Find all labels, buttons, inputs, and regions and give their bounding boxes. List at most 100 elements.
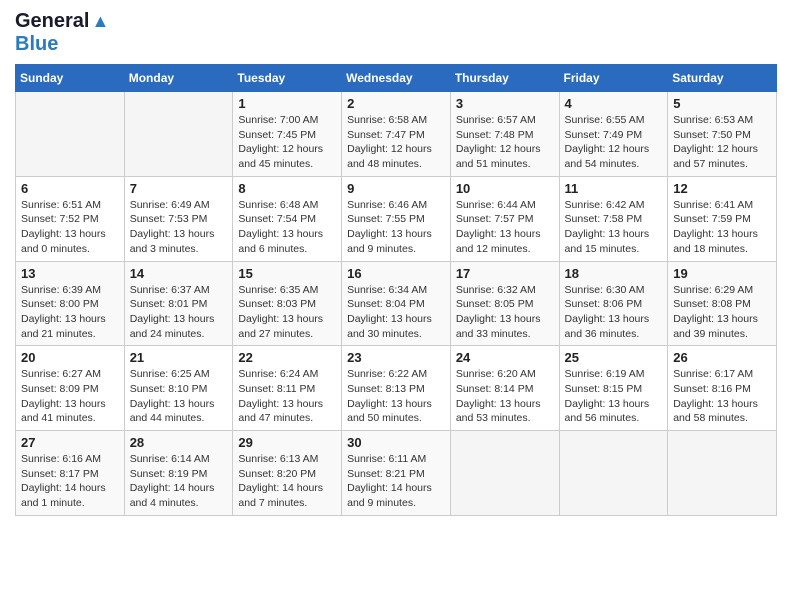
calendar-cell: 24 Sunrise: 6:20 AMSunset: 8:14 PMDayligh…: [450, 346, 559, 431]
day-info: Sunrise: 6:27 AMSunset: 8:09 PMDaylight:…: [21, 367, 119, 426]
day-info: Sunrise: 6:16 AMSunset: 8:17 PMDaylight:…: [21, 452, 119, 511]
day-number: 4: [565, 96, 663, 111]
day-header-monday: Monday: [124, 65, 233, 92]
calendar-cell: 9Sunrise: 6:46 AMSunset: 7:55 PMDaylight…: [342, 176, 451, 261]
day-number: 1: [238, 96, 336, 111]
day-number: 13: [21, 266, 119, 281]
calendar-cell: 17 Sunrise: 6:32 AMSunset: 8:05 PMDayligh…: [450, 261, 559, 346]
day-info: Sunrise: 6:41 AMSunset: 7:59 PMDaylight:…: [673, 198, 771, 257]
day-number: 24: [456, 350, 554, 365]
calendar-cell: 23 Sunrise: 6:22 AMSunset: 8:13 PMDayligh…: [342, 346, 451, 431]
day-number: 26: [673, 350, 771, 365]
day-info: Sunrise: 6:48 AMSunset: 7:54 PMDaylight:…: [238, 198, 336, 257]
day-number: 10: [456, 181, 554, 196]
calendar-cell: 4 Sunrise: 6:55 AMSunset: 7:49 PMDaylight…: [559, 92, 668, 177]
day-number: 25: [565, 350, 663, 365]
day-info: Sunrise: 6:51 AMSunset: 7:52 PMDaylight:…: [21, 198, 119, 257]
day-info: Sunrise: 6:35 AMSunset: 8:03 PMDaylight:…: [238, 283, 336, 342]
day-info: Sunrise: 6:11 AMSunset: 8:21 PMDaylight:…: [347, 452, 445, 511]
calendar-cell: 7Sunrise: 6:49 AMSunset: 7:53 PMDaylight…: [124, 176, 233, 261]
calendar-header-row: SundayMondayTuesdayWednesdayThursdayFrid…: [16, 65, 777, 92]
calendar-week-1: 6Sunrise: 6:51 AMSunset: 7:52 PMDaylight…: [16, 176, 777, 261]
calendar-cell: 27 Sunrise: 6:16 AMSunset: 8:17 PMDayligh…: [16, 431, 125, 516]
day-info: Sunrise: 6:29 AMSunset: 8:08 PMDaylight:…: [673, 283, 771, 342]
day-info: Sunrise: 6:39 AMSunset: 8:00 PMDaylight:…: [21, 283, 119, 342]
day-number: 23: [347, 350, 445, 365]
day-info: Sunrise: 6:57 AMSunset: 7:48 PMDaylight:…: [456, 113, 554, 172]
calendar-week-2: 13 Sunrise: 6:39 AMSunset: 8:00 PMDayligh…: [16, 261, 777, 346]
day-number: 12: [673, 181, 771, 196]
calendar-cell: 20 Sunrise: 6:27 AMSunset: 8:09 PMDayligh…: [16, 346, 125, 431]
calendar-cell: 1 Sunrise: 7:00 AMSunset: 7:45 PMDaylight…: [233, 92, 342, 177]
day-header-wednesday: Wednesday: [342, 65, 451, 92]
day-number: 22: [238, 350, 336, 365]
day-info: Sunrise: 6:55 AMSunset: 7:49 PMDaylight:…: [565, 113, 663, 172]
day-info: Sunrise: 6:49 AMSunset: 7:53 PMDaylight:…: [130, 198, 228, 257]
calendar-cell: 29Sunrise: 6:13 AMSunset: 8:20 PMDayligh…: [233, 431, 342, 516]
day-header-thursday: Thursday: [450, 65, 559, 92]
calendar-week-4: 27 Sunrise: 6:16 AMSunset: 8:17 PMDayligh…: [16, 431, 777, 516]
calendar-cell: 11 Sunrise: 6:42 AMSunset: 7:58 PMDayligh…: [559, 176, 668, 261]
day-info: Sunrise: 6:14 AMSunset: 8:19 PMDaylight:…: [130, 452, 228, 511]
day-info: Sunrise: 6:37 AMSunset: 8:01 PMDaylight:…: [130, 283, 228, 342]
day-number: 18: [565, 266, 663, 281]
calendar-cell: 21Sunrise: 6:25 AMSunset: 8:10 PMDayligh…: [124, 346, 233, 431]
calendar-cell: 3Sunrise: 6:57 AMSunset: 7:48 PMDaylight…: [450, 92, 559, 177]
day-number: 5: [673, 96, 771, 111]
calendar-cell: 25 Sunrise: 6:19 AMSunset: 8:15 PMDayligh…: [559, 346, 668, 431]
day-number: 11: [565, 181, 663, 196]
calendar-cell: 13 Sunrise: 6:39 AMSunset: 8:00 PMDayligh…: [16, 261, 125, 346]
day-info: Sunrise: 6:58 AMSunset: 7:47 PMDaylight:…: [347, 113, 445, 172]
day-number: 29: [238, 435, 336, 450]
day-number: 19: [673, 266, 771, 281]
logo-blue-text: Blue: [15, 33, 58, 55]
day-info: Sunrise: 6:30 AMSunset: 8:06 PMDaylight:…: [565, 283, 663, 342]
calendar-week-3: 20 Sunrise: 6:27 AMSunset: 8:09 PMDayligh…: [16, 346, 777, 431]
calendar-cell: 10 Sunrise: 6:44 AMSunset: 7:57 PMDayligh…: [450, 176, 559, 261]
day-info: Sunrise: 6:25 AMSunset: 8:10 PMDaylight:…: [130, 367, 228, 426]
day-number: 8: [238, 181, 336, 196]
calendar-cell: 22Sunrise: 6:24 AMSunset: 8:11 PMDayligh…: [233, 346, 342, 431]
calendar-container: General ▲ Blue SundayMondayTuesdayWednes…: [0, 0, 792, 531]
day-info: Sunrise: 6:34 AMSunset: 8:04 PMDaylight:…: [347, 283, 445, 342]
day-info: Sunrise: 6:53 AMSunset: 7:50 PMDaylight:…: [673, 113, 771, 172]
logo: General ▲ Blue: [15, 10, 109, 56]
calendar-cell: 5 Sunrise: 6:53 AMSunset: 7:50 PMDaylight…: [668, 92, 777, 177]
day-header-sunday: Sunday: [16, 65, 125, 92]
day-info: Sunrise: 6:20 AMSunset: 8:14 PMDaylight:…: [456, 367, 554, 426]
day-header-saturday: Saturday: [668, 65, 777, 92]
calendar-cell: 19 Sunrise: 6:29 AMSunset: 8:08 PMDayligh…: [668, 261, 777, 346]
day-number: 9: [347, 181, 445, 196]
calendar-cell: 2 Sunrise: 6:58 AMSunset: 7:47 PMDaylight…: [342, 92, 451, 177]
calendar-cell: 18 Sunrise: 6:30 AMSunset: 8:06 PMDayligh…: [559, 261, 668, 346]
calendar-cell: [668, 431, 777, 516]
day-info: Sunrise: 7:00 AMSunset: 7:45 PMDaylight:…: [238, 113, 336, 172]
day-number: 14: [130, 266, 228, 281]
calendar-cell: 28 Sunrise: 6:14 AMSunset: 8:19 PMDayligh…: [124, 431, 233, 516]
day-info: Sunrise: 6:19 AMSunset: 8:15 PMDaylight:…: [565, 367, 663, 426]
day-info: Sunrise: 6:17 AMSunset: 8:16 PMDaylight:…: [673, 367, 771, 426]
day-info: Sunrise: 6:32 AMSunset: 8:05 PMDaylight:…: [456, 283, 554, 342]
calendar-cell: 12 Sunrise: 6:41 AMSunset: 7:59 PMDayligh…: [668, 176, 777, 261]
day-number: 17: [456, 266, 554, 281]
calendar-cell: [16, 92, 125, 177]
calendar-cell: 30 Sunrise: 6:11 AMSunset: 8:21 PMDayligh…: [342, 431, 451, 516]
calendar-cell: 6Sunrise: 6:51 AMSunset: 7:52 PMDaylight…: [16, 176, 125, 261]
calendar-cell: [124, 92, 233, 177]
day-header-friday: Friday: [559, 65, 668, 92]
day-number: 2: [347, 96, 445, 111]
day-number: 16: [347, 266, 445, 281]
header: General ▲ Blue: [15, 10, 777, 56]
day-info: Sunrise: 6:44 AMSunset: 7:57 PMDaylight:…: [456, 198, 554, 257]
day-number: 28: [130, 435, 228, 450]
day-info: Sunrise: 6:22 AMSunset: 8:13 PMDaylight:…: [347, 367, 445, 426]
day-number: 30: [347, 435, 445, 450]
day-info: Sunrise: 6:42 AMSunset: 7:58 PMDaylight:…: [565, 198, 663, 257]
day-number: 27: [21, 435, 119, 450]
calendar-table: SundayMondayTuesdayWednesdayThursdayFrid…: [15, 64, 777, 516]
calendar-cell: [450, 431, 559, 516]
day-number: 20: [21, 350, 119, 365]
logo-bird-icon: ▲: [91, 11, 109, 32]
day-header-tuesday: Tuesday: [233, 65, 342, 92]
calendar-week-0: 1 Sunrise: 7:00 AMSunset: 7:45 PMDaylight…: [16, 92, 777, 177]
